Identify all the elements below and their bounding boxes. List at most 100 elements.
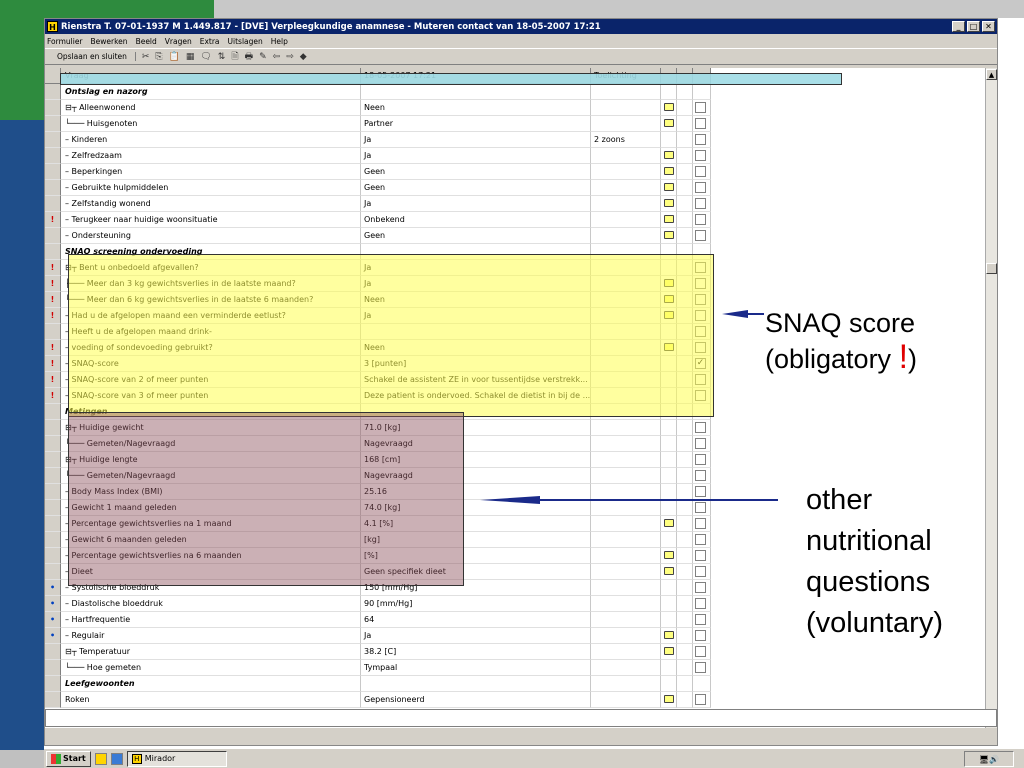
answer-cell[interactable]: Ja	[361, 196, 591, 212]
copy-icon[interactable]: ⎘	[155, 52, 162, 62]
note-icon[interactable]	[664, 695, 674, 703]
table-row[interactable]: – Ondersteuning Geen	[45, 228, 985, 244]
table-row[interactable]: └─── Huisgenoten Partner	[45, 116, 985, 132]
shield-icon[interactable]: ◆	[300, 52, 307, 62]
table-row[interactable]: – Beperkingen Geen	[45, 164, 985, 180]
toelichting-cell[interactable]	[591, 164, 661, 180]
row-checkbox[interactable]	[695, 694, 706, 705]
row-checkbox[interactable]	[695, 534, 706, 545]
ie-icon[interactable]	[110, 752, 123, 765]
row-checkbox[interactable]	[695, 118, 706, 129]
toelichting-cell[interactable]	[591, 692, 661, 708]
note-icon[interactable]: 🗨	[200, 52, 211, 62]
header-corner[interactable]	[45, 68, 61, 84]
row-checkbox[interactable]	[695, 438, 706, 449]
toelichting-cell[interactable]	[591, 580, 661, 596]
row-checkbox[interactable]	[695, 470, 706, 481]
row-checkbox[interactable]	[695, 150, 706, 161]
table-row[interactable]: – Zelfstandig wonend Ja	[45, 196, 985, 212]
menu-item-beeld[interactable]: Beeld	[136, 37, 157, 46]
toelichting-cell[interactable]	[591, 516, 661, 532]
answer-cell[interactable]: Ja	[361, 132, 591, 148]
answer-cell[interactable]: Gepensioneerd	[361, 692, 591, 708]
row-checkbox[interactable]	[695, 454, 706, 465]
note-icon[interactable]	[664, 631, 674, 639]
start-button[interactable]: Start	[46, 750, 91, 767]
close-button[interactable]: ✕	[982, 21, 995, 32]
answer-cell[interactable]	[361, 84, 591, 100]
toelichting-cell[interactable]	[591, 500, 661, 516]
quicklaunch-icon[interactable]	[94, 752, 107, 765]
row-checkbox[interactable]	[695, 214, 706, 225]
note-icon[interactable]	[664, 231, 674, 239]
row-checkbox[interactable]	[695, 230, 706, 241]
sort-icon[interactable]: ⇅	[218, 52, 226, 62]
toelichting-cell[interactable]	[591, 436, 661, 452]
table-row[interactable]: ⊟┬ Alleenwonend Neen	[45, 100, 985, 116]
section-row[interactable]: Ontslag en nazorg	[45, 84, 985, 100]
answer-cell[interactable]: Onbekend	[361, 212, 591, 228]
menu-item-formulier[interactable]: Formulier	[47, 37, 83, 46]
answer-cell[interactable]	[361, 676, 591, 692]
answer-cell[interactable]: 38.2 [C]	[361, 644, 591, 660]
form-icon[interactable]: 🗎	[231, 49, 238, 65]
toelichting-cell[interactable]	[591, 564, 661, 580]
toelichting-cell[interactable]	[591, 84, 661, 100]
scroll-thumb[interactable]	[986, 263, 997, 274]
toelichting-cell[interactable]	[591, 612, 661, 628]
note-icon[interactable]	[664, 103, 674, 111]
toelichting-cell[interactable]	[591, 212, 661, 228]
table-row[interactable]: ! – Terugkeer naar huidige woonsituatie On…	[45, 212, 985, 228]
table-row[interactable]: – Zelfredzaam Ja	[45, 148, 985, 164]
table-row[interactable]: – Gebruikte hulpmiddelen Geen	[45, 180, 985, 196]
answer-cell[interactable]: Neen	[361, 100, 591, 116]
answer-cell[interactable]: Partner	[361, 116, 591, 132]
detail-panel[interactable]	[45, 709, 997, 727]
toelichting-cell[interactable]	[591, 484, 661, 500]
note-icon[interactable]	[664, 167, 674, 175]
row-checkbox[interactable]	[695, 566, 706, 577]
toelichting-cell[interactable]	[591, 660, 661, 676]
row-checkbox[interactable]	[695, 582, 706, 593]
taskbar-app-mirador[interactable]: H Mirador	[126, 750, 227, 767]
table-row[interactable]: └─── Hoe gemeten Tympaal	[45, 660, 985, 676]
row-checkbox[interactable]	[695, 630, 706, 641]
row-checkbox[interactable]	[695, 614, 706, 625]
answer-cell[interactable]: Geen	[361, 228, 591, 244]
row-checkbox[interactable]	[695, 598, 706, 609]
save-and-close-button[interactable]: Opslaan en sluiten	[49, 52, 136, 61]
note-icon[interactable]	[664, 199, 674, 207]
title-bar[interactable]: H Rienstra T. 07-01-1937 M 1.449.817 - […	[45, 19, 997, 34]
menu-item-help[interactable]: Help	[271, 37, 288, 46]
vertical-scrollbar[interactable]: ▲ ▼	[985, 68, 997, 728]
forward-icon[interactable]: ⇨	[286, 52, 294, 62]
note-icon[interactable]	[664, 151, 674, 159]
row-checkbox[interactable]	[695, 182, 706, 193]
row-checkbox[interactable]	[695, 198, 706, 209]
note-icon[interactable]	[664, 519, 674, 527]
note-icon[interactable]	[664, 647, 674, 655]
toelichting-cell[interactable]	[591, 452, 661, 468]
paste-icon[interactable]: 📋	[169, 52, 180, 62]
row-checkbox[interactable]	[695, 134, 706, 145]
menu-item-extra[interactable]: Extra	[200, 37, 220, 46]
system-tray[interactable]: 🖥🔊	[964, 750, 1014, 767]
pen-icon[interactable]: ✎	[259, 52, 267, 62]
answer-cell[interactable]: 90 [mm/Hg]	[361, 596, 591, 612]
note-icon[interactable]	[664, 183, 674, 191]
row-checkbox[interactable]	[695, 102, 706, 113]
toelichting-cell[interactable]	[591, 180, 661, 196]
toelichting-cell[interactable]	[591, 644, 661, 660]
note-icon[interactable]	[664, 551, 674, 559]
row-checkbox[interactable]	[695, 518, 706, 529]
answer-cell[interactable]: Geen	[361, 164, 591, 180]
menu-item-uitslagen[interactable]: Uitslagen	[228, 37, 263, 46]
toelichting-cell[interactable]	[591, 676, 661, 692]
grid-icon[interactable]: ▦	[186, 52, 195, 62]
table-row[interactable]: ⊟┬ Temperatuur 38.2 [C]	[45, 644, 985, 660]
answer-cell[interactable]: Ja	[361, 148, 591, 164]
toelichting-cell[interactable]	[591, 628, 661, 644]
toelichting-cell[interactable]	[591, 100, 661, 116]
toelichting-cell[interactable]	[591, 228, 661, 244]
row-checkbox[interactable]	[695, 422, 706, 433]
